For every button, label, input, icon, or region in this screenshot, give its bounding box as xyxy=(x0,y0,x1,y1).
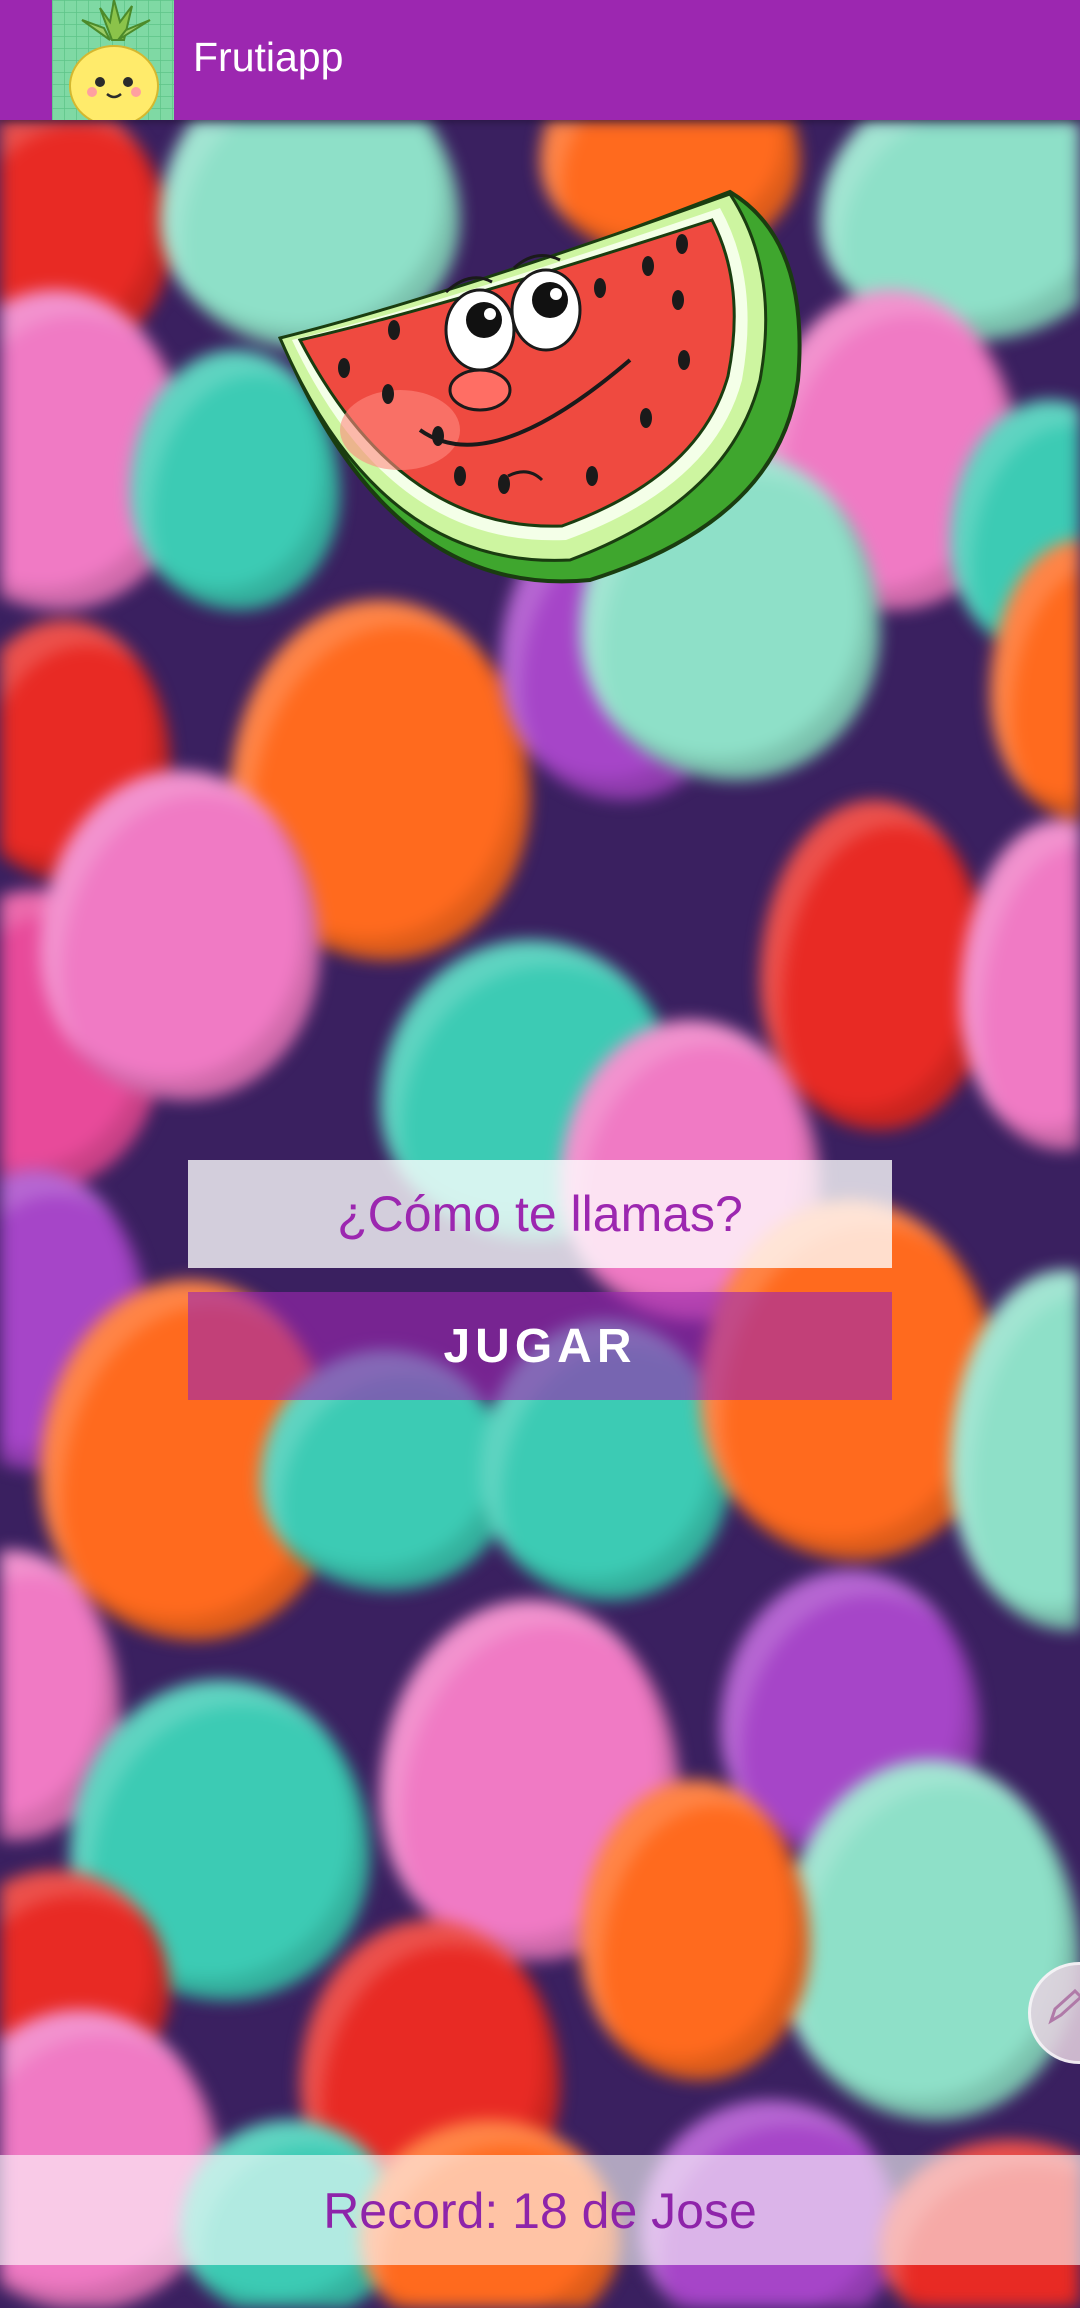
record-text: Record: 18 de Jose xyxy=(323,2183,757,2239)
record-bar: Record: 18 de Jose xyxy=(0,2155,1080,2265)
app-bar: Frutiapp xyxy=(0,0,1080,120)
main-screen: Frutiapp ¿Cómo te llamas? JUGAR Record: … xyxy=(0,0,1080,2308)
play-button[interactable]: JUGAR xyxy=(188,1292,892,1400)
smiling-watermelon-icon xyxy=(270,180,810,590)
pencil-icon xyxy=(1048,1988,1080,2025)
name-input[interactable] xyxy=(188,1160,892,1268)
app-title: Frutiapp xyxy=(193,34,344,80)
pineapple-icon xyxy=(52,0,174,120)
